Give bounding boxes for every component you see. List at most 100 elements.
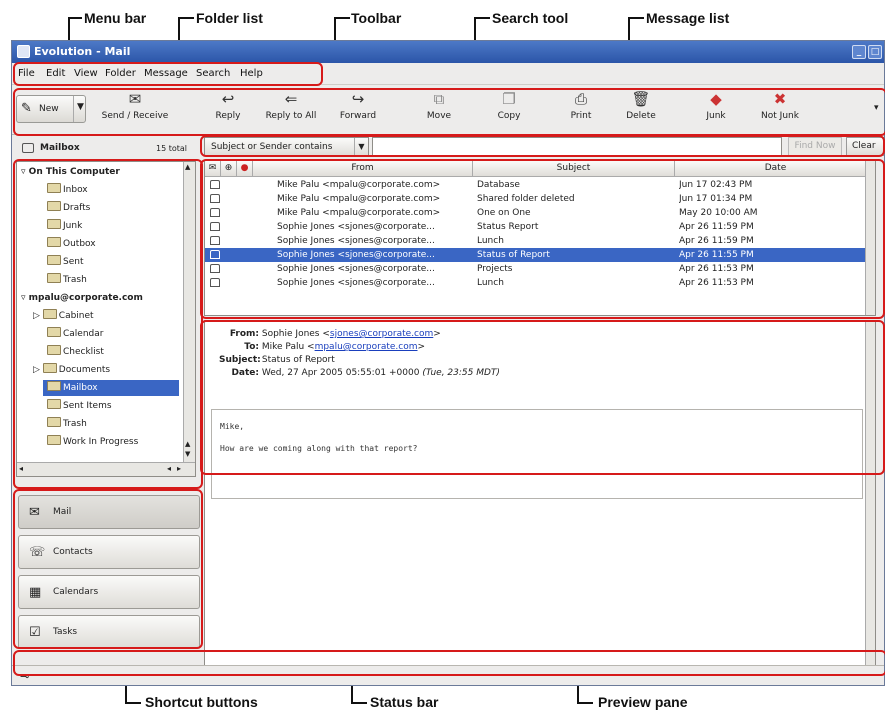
message-date: Apr 26 11:53 PM (679, 264, 754, 274)
folder-documents[interactable]: ▷ Documents (33, 362, 110, 378)
column-from[interactable]: From (253, 161, 473, 177)
folder-mailbox[interactable]: Mailbox (43, 380, 179, 396)
scroll-right-icon[interactable]: ▸ (177, 464, 181, 473)
expander-icon[interactable]: ▿ (21, 293, 26, 303)
find-now-button[interactable]: Find Now (788, 137, 842, 156)
shortcut-contacts[interactable]: ☏ Contacts (18, 535, 200, 569)
move-label: Move (426, 111, 452, 121)
clear-button[interactable]: Clear (846, 137, 884, 156)
print-button[interactable]: ⎙ Print (558, 88, 604, 132)
folder-drafts[interactable]: Drafts (47, 200, 90, 216)
account-on-this-computer[interactable]: ▿ On This Computer (21, 164, 120, 180)
shortcut-tasks[interactable]: ☑ Tasks (18, 615, 200, 649)
scroll-up-icon[interactable]: ▲ (185, 163, 190, 171)
scroll-left-icon[interactable]: ◂ (19, 464, 23, 473)
message-row[interactable]: Sophie Jones <sjones@corporate... Lunch Ap… (205, 234, 875, 248)
message-row[interactable]: Sophie Jones <sjones@corporate... Project… (205, 262, 875, 276)
shortcut-mail[interactable]: ✉ Mail (18, 495, 200, 529)
column-attachment[interactable]: ⊕ (221, 161, 237, 177)
maximize-icon[interactable]: □ (868, 45, 882, 59)
folder-icon (47, 435, 61, 445)
shortcut-label: Mail (53, 507, 72, 517)
send-receive-button[interactable]: ✉ Send / Receive (96, 88, 174, 132)
folder-inbox[interactable]: Inbox (47, 182, 88, 198)
reply-all-button[interactable]: ⇐ Reply to All (258, 88, 324, 132)
chevron-down-icon[interactable]: ▼ (77, 102, 84, 112)
message-row[interactable]: Sophie Jones <sjones@corporate... Lunch Ap… (205, 276, 875, 290)
message-body: Mike, How are we coming along with that … (211, 409, 863, 499)
folder-trash[interactable]: Trash (47, 272, 87, 288)
shortcut-calendars[interactable]: ▦ Calendars (18, 575, 200, 609)
scroll-down-icon[interactable]: ▼ (185, 450, 190, 458)
message-row[interactable]: Mike Palu <mpalu@corporate.com> One on On… (205, 206, 875, 220)
folder-checklist[interactable]: Checklist (47, 344, 104, 360)
expander-icon[interactable]: ▷ (33, 365, 43, 375)
delete-button[interactable]: 🗑 Delete (618, 88, 664, 132)
folder-calendar[interactable]: Calendar (47, 326, 103, 342)
callout-line (68, 17, 82, 19)
folder-label: Junk (63, 221, 83, 231)
message-row[interactable]: Mike Palu <mpalu@corporate.com> Shared fo… (205, 192, 875, 206)
new-button[interactable]: ✎ New ▼ (16, 95, 86, 123)
not-junk-button[interactable]: ✖ Not Junk (752, 88, 808, 132)
from-email-link[interactable]: sjones@corporate.com (330, 329, 433, 339)
printer-icon: ⎙ (574, 90, 587, 108)
folder-outbox[interactable]: Outbox (47, 236, 96, 252)
message-row[interactable]: Sophie Jones <sjones@corporate... Status … (205, 248, 875, 262)
folder-horizontal-scrollbar[interactable]: ◂ ◂ ▸ (17, 462, 195, 476)
online-status-icon[interactable]: ⊸ (20, 670, 29, 683)
folder-work-in-progress[interactable]: Work In Progress (47, 434, 138, 450)
folder-junk[interactable]: Junk (47, 218, 82, 234)
junk-button[interactable]: ◆ Junk (696, 88, 736, 132)
move-button[interactable]: ⧉ Move (416, 88, 462, 132)
scroll-left-icon[interactable]: ◂ (167, 464, 171, 473)
folder-sent-items[interactable]: Sent Items (47, 398, 112, 414)
date-label: Date: (231, 368, 259, 378)
forward-button[interactable]: ↪ Forward (330, 88, 386, 132)
callout-line (351, 702, 367, 704)
calendar-icon: ▦ (29, 585, 42, 600)
expander-icon[interactable]: ▷ (33, 311, 43, 321)
column-flag[interactable]: ● (237, 161, 253, 177)
preview-scrollbar[interactable] (865, 321, 875, 669)
message-list-scrollbar[interactable] (865, 161, 875, 315)
message-subject: One on One (477, 208, 531, 218)
envelope-icon (210, 180, 220, 189)
menu-help[interactable]: Help (240, 68, 263, 79)
reply-icon: ↩ (221, 90, 235, 108)
folder-sent[interactable]: Sent (47, 254, 83, 270)
scroll-up-icon[interactable]: ▲ (185, 440, 190, 448)
column-status[interactable]: ✉ (205, 161, 221, 177)
trash-icon: 🗑 (631, 90, 651, 108)
folder-trash-remote[interactable]: Trash (47, 416, 87, 432)
message-row[interactable]: Sophie Jones <sjones@corporate... Status … (205, 220, 875, 234)
envelope-icon (210, 194, 220, 203)
to-email-link[interactable]: mpalu@corporate.com (315, 342, 418, 352)
menu-edit[interactable]: Edit (46, 68, 65, 79)
reply-button[interactable]: ↩ Reply (208, 88, 248, 132)
column-date[interactable]: Date (675, 161, 875, 177)
menu-message[interactable]: Message (144, 68, 188, 79)
menu-file[interactable]: File (18, 68, 35, 79)
outbox-icon (47, 237, 61, 247)
column-subject[interactable]: Subject (473, 161, 675, 177)
account-mpalu[interactable]: ▿ mpalu@corporate.com (21, 290, 143, 306)
copy-button[interactable]: ❐ Copy (486, 88, 532, 132)
search-scope-select[interactable]: Subject or Sender contains ▼ (204, 137, 369, 156)
folder-cabinet[interactable]: ▷ Cabinet (33, 308, 94, 324)
message-from: Sophie Jones <sjones@corporate... (277, 236, 435, 246)
search-input[interactable] (372, 137, 782, 156)
chevron-down-icon[interactable]: ▼ (354, 138, 368, 155)
menu-view[interactable]: View (74, 68, 98, 79)
expander-icon[interactable]: ▿ (21, 167, 26, 177)
menu-folder[interactable]: Folder (105, 68, 136, 79)
folder-vertical-scrollbar[interactable]: ▲ ▲ ▼ (183, 162, 195, 462)
delete-label: Delete (626, 111, 656, 121)
menu-search[interactable]: Search (196, 68, 230, 79)
message-row[interactable]: Mike Palu <mpalu@corporate.com> Database J… (205, 178, 875, 192)
title-bar: Evolution - Mail _ □ (12, 41, 884, 63)
message-date: Jun 17 02:43 PM (679, 180, 753, 190)
body-greeting: Mike, (220, 422, 245, 431)
minimize-icon[interactable]: _ (852, 45, 866, 59)
toolbar-overflow-icon[interactable]: ▾ (874, 103, 879, 113)
